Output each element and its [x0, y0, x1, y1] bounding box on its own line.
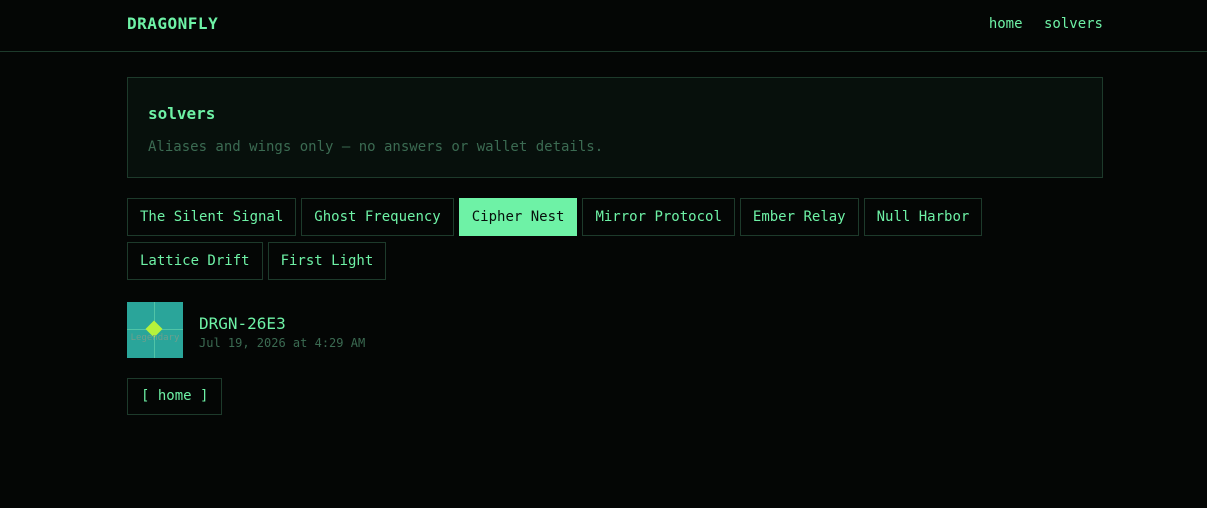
- puzzle-tabs: The Silent Signal Ghost Frequency Cipher N…: [127, 198, 1107, 286]
- solver-timestamp: Jul 19, 2026 at 4:29 AM: [199, 336, 366, 350]
- tab-mirror-protocol[interactable]: Mirror Protocol: [582, 198, 735, 236]
- main-nav: home solvers: [976, 16, 1103, 32]
- tab-cipher-nest[interactable]: Cipher Nest: [458, 198, 578, 236]
- solver-alias: DRGN-26E3: [199, 314, 286, 333]
- solvers-info-panel: solvers Aliases and wings only — no answ…: [127, 77, 1103, 178]
- tab-the-silent-signal[interactable]: The Silent Signal: [127, 198, 297, 236]
- brand-logo[interactable]: DRAGONFLY: [127, 14, 218, 33]
- top-bar: DRAGONFLY home solvers: [0, 0, 1207, 52]
- home-button[interactable]: [ home ]: [127, 378, 223, 415]
- avatar-tier-label: Legendary: [130, 333, 180, 343]
- tab-first-light[interactable]: First Light: [267, 242, 387, 280]
- nav-link-home[interactable]: home: [989, 16, 1023, 32]
- nav-link-solvers[interactable]: solvers: [1044, 16, 1103, 32]
- page-title: solvers: [148, 104, 216, 123]
- solver-avatar: Legendary: [127, 302, 183, 358]
- tab-ghost-frequency[interactable]: Ghost Frequency: [301, 198, 454, 236]
- tab-null-harbor[interactable]: Null Harbor: [863, 198, 983, 236]
- page-subtitle: Aliases and wings only — no answers or w…: [148, 139, 604, 155]
- tab-lattice-drift[interactable]: Lattice Drift: [127, 242, 263, 280]
- tab-ember-relay[interactable]: Ember Relay: [739, 198, 859, 236]
